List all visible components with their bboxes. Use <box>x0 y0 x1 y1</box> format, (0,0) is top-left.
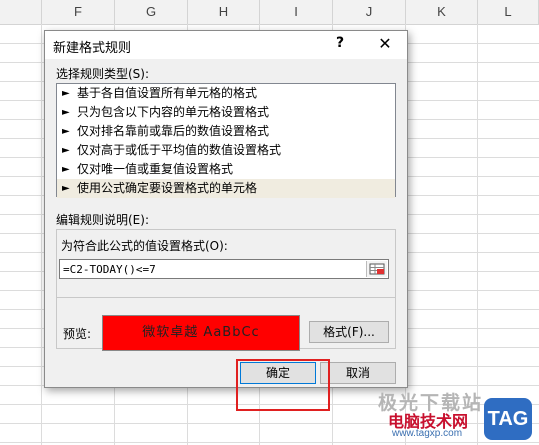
arrow-right-icon: ► <box>62 107 70 118</box>
new-format-rule-dialog: 新建格式规则 ? ✕ 选择规则类型(S): ► 基于各自值设置所有单元格的格式 … <box>44 30 408 388</box>
formula-input[interactable]: =C2-TODAY()<=7 <box>59 259 389 279</box>
column-header-k[interactable]: K <box>406 0 478 24</box>
format-button[interactable]: 格式(F)... <box>309 321 389 343</box>
rule-type-list[interactable]: ► 基于各自值设置所有单元格的格式 ► 只为包含以下内容的单元格设置格式 ► 仅… <box>56 83 396 198</box>
dialog-title: 新建格式规则 <box>53 41 132 56</box>
close-button[interactable]: ✕ <box>377 34 393 53</box>
help-button[interactable]: ? <box>333 35 347 51</box>
rule-type-text: 仅对排名靠前或靠后的数值设置格式 <box>77 124 270 138</box>
site-watermark: 极光下载站 电脑技术网 www.tagxp.com TAG <box>364 386 539 445</box>
rule-type-item-selected[interactable]: ► 使用公式确定要设置格式的单元格 <box>57 179 395 198</box>
column-header-f[interactable]: F <box>42 0 115 24</box>
range-select-icon[interactable] <box>366 261 387 277</box>
cancel-button[interactable]: 取消 <box>320 362 396 384</box>
rule-type-item[interactable]: ► 只为包含以下内容的单元格设置格式 <box>57 103 395 122</box>
preview-text: 微软卓越 AaBbCc <box>142 325 260 340</box>
arrow-right-icon: ► <box>62 88 70 99</box>
column-header-i[interactable]: I <box>260 0 333 24</box>
rule-type-text: 基于各自值设置所有单元格的格式 <box>77 86 258 100</box>
rule-type-item[interactable]: ► 基于各自值设置所有单元格的格式 <box>57 84 395 103</box>
column-header-j[interactable]: J <box>333 0 406 24</box>
preview-label: 预览: <box>63 327 92 341</box>
column-header-l[interactable]: L <box>478 0 539 24</box>
arrow-right-icon: ► <box>62 164 70 175</box>
format-preview: 微软卓越 AaBbCc <box>102 315 300 351</box>
rule-type-item[interactable]: ► 仅对高于或低于平均值的数值设置格式 <box>57 141 395 160</box>
edit-rule-label: 编辑规则说明(E): <box>56 213 149 227</box>
rule-type-text: 仅对高于或低于平均值的数值设置格式 <box>77 143 282 157</box>
ok-highlight-annotation <box>236 359 330 411</box>
dialog-titlebar[interactable]: 新建格式规则 ? ✕ <box>45 31 407 59</box>
formula-value: =C2-TODAY()<=7 <box>63 263 156 276</box>
column-header-h[interactable]: H <box>188 0 260 24</box>
arrow-right-icon: ► <box>62 183 70 194</box>
watermark-url: www.tagxp.com <box>392 428 463 439</box>
divider <box>56 297 396 298</box>
rule-type-item[interactable]: ► 仅对唯一值或重复值设置格式 <box>57 160 395 179</box>
rule-type-item[interactable]: ► 仅对排名靠前或靠后的数值设置格式 <box>57 122 395 141</box>
tag-logo: TAG <box>484 398 532 440</box>
column-header-bar: F G H I J K L <box>0 0 539 25</box>
grid-line <box>41 24 42 445</box>
column-header-g[interactable]: G <box>115 0 188 24</box>
column-header-blank <box>0 0 42 24</box>
grid-line <box>477 24 478 445</box>
formula-label: 为符合此公式的值设置格式(O): <box>61 239 228 253</box>
arrow-right-icon: ► <box>62 145 70 156</box>
rule-type-label: 选择规则类型(S): <box>56 67 150 81</box>
rule-type-text: 使用公式确定要设置格式的单元格 <box>77 181 258 195</box>
rule-type-text: 只为包含以下内容的单元格设置格式 <box>77 105 270 119</box>
arrow-right-icon: ► <box>62 126 70 137</box>
rule-type-text: 仅对唯一值或重复值设置格式 <box>77 162 234 176</box>
